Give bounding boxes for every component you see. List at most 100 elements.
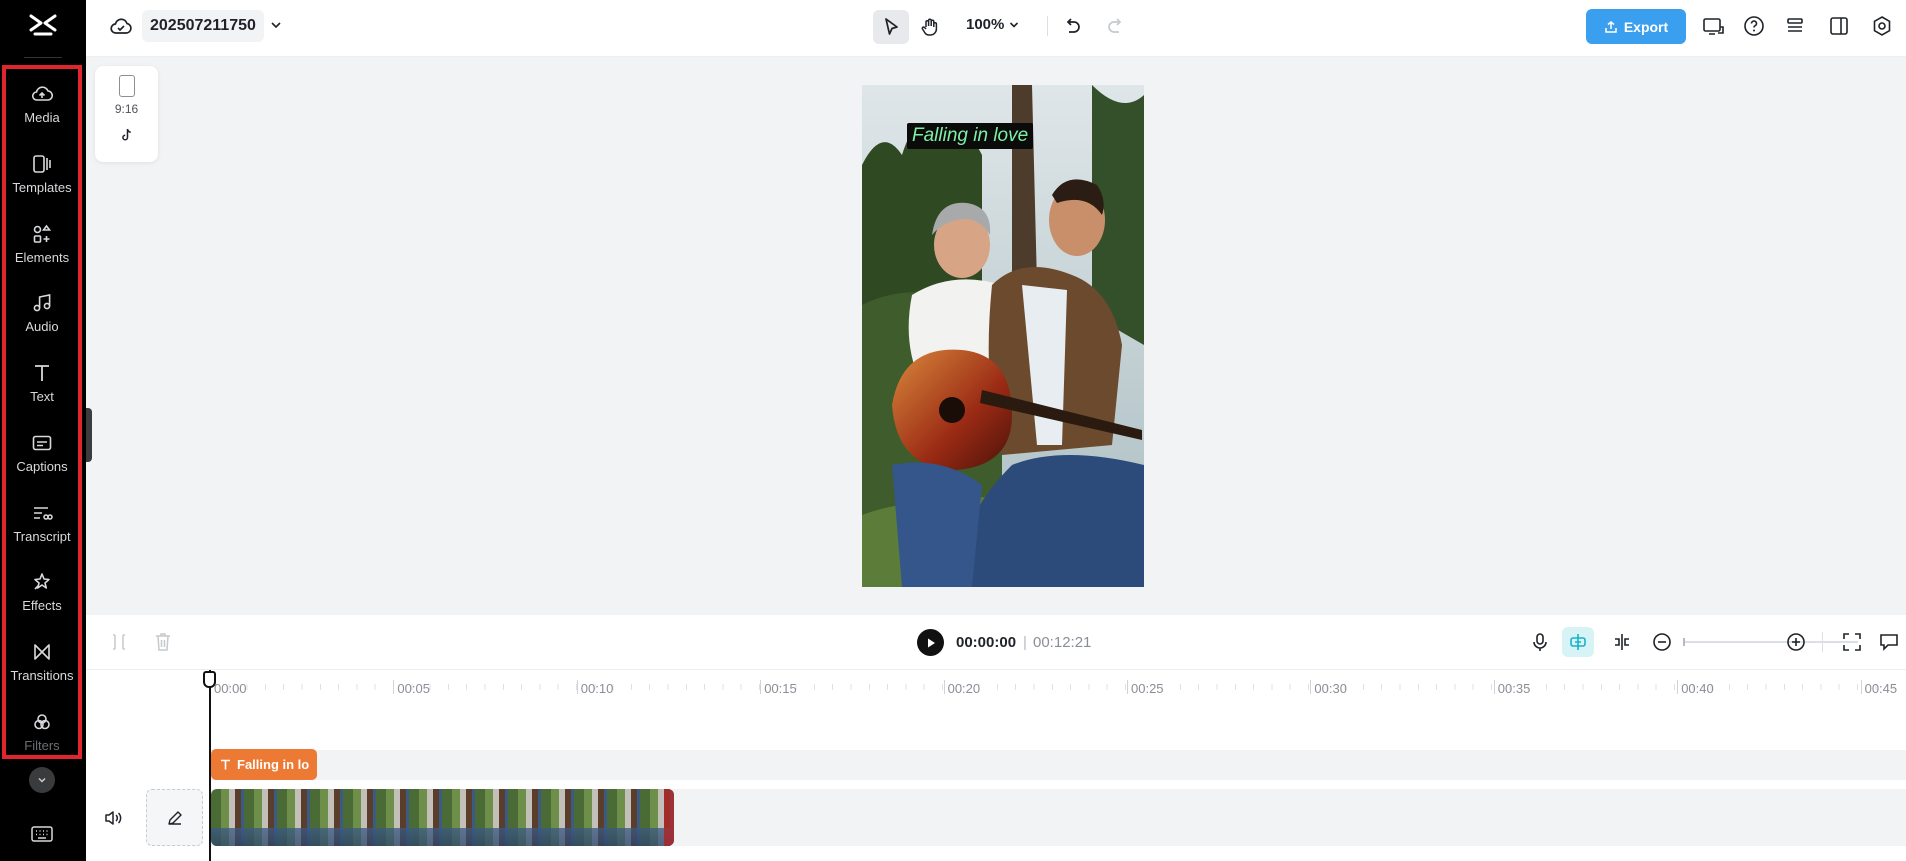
- left-sidebar: Media Templates Elements Audio Text Capt…: [0, 0, 86, 861]
- sidebar-item-media[interactable]: Media: [6, 73, 78, 135]
- link-tracks-button[interactable]: [1611, 631, 1633, 653]
- aspect-ratio-card[interactable]: 9:16: [95, 66, 158, 162]
- cloud-sync-icon[interactable]: [109, 15, 133, 37]
- redo-icon: [1108, 18, 1122, 33]
- templates-icon: [33, 155, 51, 173]
- panel-toggle-button[interactable]: [1827, 14, 1851, 38]
- zoom-level[interactable]: 100%: [966, 16, 1004, 33]
- capcut-logo-icon[interactable]: [27, 12, 59, 38]
- timeline-ruler[interactable]: 00:00 00:05 00:10 00:15 00:20 00:25 00:30 00:35…: [86, 670, 1906, 700]
- layers-button[interactable]: [1783, 14, 1807, 38]
- undo-icon: [1066, 18, 1080, 33]
- sidebar-item-label: Filters: [24, 738, 60, 753]
- ruler-tick-label: 00:40: [1681, 681, 1714, 696]
- timeline-zoom-slider[interactable]: [1683, 638, 1858, 646]
- zoom-in-button[interactable]: [1785, 631, 1807, 653]
- playhead-line[interactable]: [209, 670, 211, 861]
- video-preview[interactable]: Falling in love: [862, 85, 1144, 587]
- select-tool-button[interactable]: [873, 10, 909, 44]
- media-cloud-icon: [31, 86, 54, 101]
- sidebar-item-label: Media: [24, 110, 60, 125]
- cursor-arrow-icon: [885, 18, 898, 35]
- hand-icon: [921, 18, 938, 36]
- zoom-out-button[interactable]: [1651, 631, 1673, 653]
- zoom-slider-knob[interactable]: [1683, 638, 1685, 646]
- sidebar-item-templates[interactable]: Templates: [6, 143, 78, 205]
- help-button[interactable]: [1742, 14, 1766, 38]
- sidebar-item-label: Transitions: [10, 668, 74, 683]
- chevron-down-icon[interactable]: [1008, 19, 1020, 31]
- screen-icon: [1703, 18, 1724, 35]
- feedback-button[interactable]: [1878, 631, 1900, 653]
- link-split-icon: [1615, 634, 1629, 650]
- edit-cover-button[interactable]: [146, 789, 203, 846]
- sidebar-item-label: Text: [30, 389, 54, 404]
- record-voice-button[interactable]: [1529, 631, 1551, 653]
- ruler-major-tick: [393, 680, 395, 694]
- keyboard-shortcuts-button[interactable]: [30, 824, 54, 844]
- playhead-handle[interactable]: [203, 671, 216, 688]
- sidebar-item-effects[interactable]: Effects: [6, 561, 78, 623]
- redo-button[interactable]: [1104, 14, 1128, 38]
- elements-icon: [33, 224, 52, 243]
- pencil-icon: [167, 810, 182, 825]
- filters-icon: [34, 714, 50, 730]
- sidebar-item-transcript[interactable]: Transcript: [6, 492, 78, 554]
- sidebar-item-text[interactable]: Text: [6, 352, 78, 414]
- split-panel-icon: [1830, 17, 1848, 35]
- chevron-down-icon[interactable]: [269, 18, 283, 32]
- speaker-icon: [105, 811, 122, 825]
- hand-tool-button[interactable]: [912, 10, 948, 44]
- video-frame-image: [862, 85, 1144, 587]
- fullscreen-button[interactable]: [1841, 631, 1863, 653]
- video-clip[interactable]: [211, 789, 674, 846]
- play-icon: [927, 638, 935, 647]
- present-screen-button[interactable]: [1701, 14, 1725, 38]
- toolbar-divider: [1047, 16, 1048, 36]
- text-t-icon: [221, 759, 230, 770]
- sidebar-item-elements[interactable]: Elements: [6, 213, 78, 275]
- text-clip[interactable]: Falling in lo: [211, 749, 317, 780]
- sidebar-item-label: Templates: [12, 180, 72, 195]
- gear-icon: [1873, 16, 1891, 36]
- fullscreen-icon: [1843, 633, 1861, 651]
- sidebar-collapse-handle[interactable]: [86, 408, 92, 462]
- text-clip-label: Falling in lo: [237, 757, 310, 772]
- ruler-major-tick: [1677, 680, 1679, 694]
- export-button[interactable]: Export: [1586, 9, 1686, 44]
- delete-button[interactable]: [153, 631, 173, 653]
- undo-button[interactable]: [1060, 14, 1084, 38]
- split-icon: [113, 634, 125, 650]
- project-name[interactable]: 202507211750: [142, 10, 264, 42]
- sidebar-item-label: Elements: [14, 250, 70, 265]
- sidebar-more-button[interactable]: [29, 767, 55, 793]
- help-icon: [1744, 16, 1764, 36]
- keyboard-icon: [31, 826, 53, 842]
- caption-overlay-text[interactable]: Falling in love: [907, 123, 1034, 149]
- mute-track-button[interactable]: [102, 807, 124, 829]
- sidebar-item-audio[interactable]: Audio: [6, 282, 78, 344]
- split-button[interactable]: [109, 632, 129, 652]
- ruler-tick-label: 00:30: [1314, 681, 1347, 696]
- sidebar-item-transitions[interactable]: Transitions: [6, 631, 78, 693]
- play-button[interactable]: [917, 629, 944, 656]
- top-bar: 202507211750 100% Export: [86, 0, 1906, 57]
- transitions-icon: [34, 644, 50, 660]
- ruler-tick-label: 00:00: [214, 681, 247, 696]
- timeline: 00:00 00:05 00:10 00:15 00:20 00:25 00:30 00:35…: [86, 670, 1906, 861]
- ruler-tick-label: 00:20: [947, 681, 981, 696]
- sidebar-item-captions[interactable]: Captions: [6, 422, 78, 484]
- zoom-out-icon: [1653, 633, 1671, 651]
- ruler-major-tick: [1860, 680, 1862, 694]
- ruler-tick-label: 00:10: [580, 681, 614, 696]
- ruler-minor-ticks: [210, 684, 1906, 690]
- playback-bar: 00:00:00 | 00:12:21: [86, 615, 1906, 670]
- ruler-tick-label: 00:05: [397, 681, 430, 696]
- sidebar-item-filters[interactable]: Filters: [6, 701, 78, 755]
- export-label: Export: [1623, 18, 1669, 35]
- auto-snap-toggle[interactable]: [1562, 627, 1594, 657]
- time-separator: |: [1023, 634, 1027, 651]
- video-clip-thumbnail-strip: [211, 828, 674, 846]
- transcript-icon: [34, 507, 53, 520]
- settings-button[interactable]: [1870, 14, 1894, 38]
